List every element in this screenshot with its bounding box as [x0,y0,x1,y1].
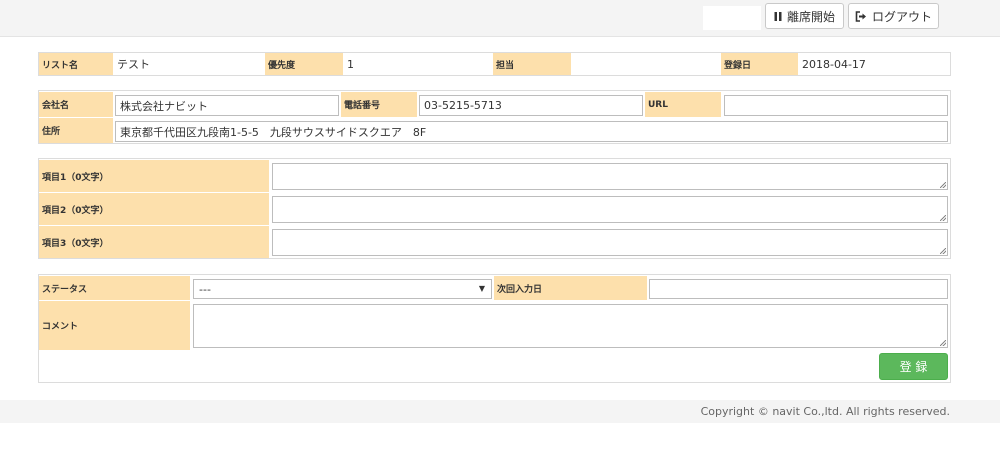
registered-date-value: 2018-04-17 [802,57,866,71]
priority-label: 優先度 [265,53,343,75]
item1-textarea[interactable] [272,163,948,190]
priority-value: 1 [347,57,354,71]
company-name-input[interactable]: 株式会社ナビット [115,95,339,116]
phone-input[interactable]: 03-5215-5713 [419,95,643,116]
status-selected-value: --- [199,282,211,296]
comment-label: コメント [39,301,190,350]
owner-value [571,53,721,75]
status-select[interactable]: --- ▼ [193,279,492,299]
list-name-label: リスト名 [39,53,113,75]
company-name-label: 会社名 [39,92,113,117]
list-info-panel: リスト名 テスト 優先度 1 担当 登録日 2018-04-17 [38,52,951,76]
items-panel: 項目1（0文字） 項目2（0文字） 項目3（0文字） [38,158,951,259]
registered-date-label: 登録日 [721,53,798,75]
logout-button[interactable]: ログアウト [848,3,939,29]
status-panel: ステータス --- ▼ 次回入力日 コメント [38,274,951,383]
copyright-text: Copyright © navit Co.,ltd. All rights re… [700,405,950,418]
top-bar: 離席開始 ログアウト [0,0,1000,37]
address-label: 住所 [39,118,113,143]
sign-out-icon [855,10,867,22]
logout-label: ログアウト [871,9,932,24]
url-input[interactable] [724,95,948,116]
status-label: ステータス [39,276,190,300]
item2-textarea[interactable] [272,196,948,223]
comment-textarea[interactable] [193,304,948,348]
next-date-input[interactable] [649,279,948,299]
item3-label: 項目3（0文字） [39,226,269,258]
url-label: URL [645,92,721,117]
next-date-label: 次回入力日 [494,276,647,300]
item2-label: 項目2（0文字） [39,193,269,225]
phone-label: 電話番号 [341,92,417,117]
pause-icon [774,11,782,21]
break-start-label: 離席開始 [786,9,835,24]
company-panel: 会社名 株式会社ナビット 電話番号 03-5215-5713 URL 住所 東京… [38,90,951,144]
item1-label: 項目1（0文字） [39,160,269,192]
top-bar-blank-area [703,6,761,30]
footer: Copyright © navit Co.,ltd. All rights re… [0,400,1000,423]
dropdown-arrow-icon: ▼ [478,284,485,293]
list-name-value: テスト [117,58,150,71]
break-start-button[interactable]: 離席開始 [765,3,844,29]
address-input[interactable]: 東京都千代田区九段南1-5-5 九段サウスサイドスクエア 8F [115,121,948,142]
owner-label: 担当 [493,53,571,75]
item3-textarea[interactable] [272,229,948,256]
submit-button[interactable]: 登 録 [879,353,948,380]
